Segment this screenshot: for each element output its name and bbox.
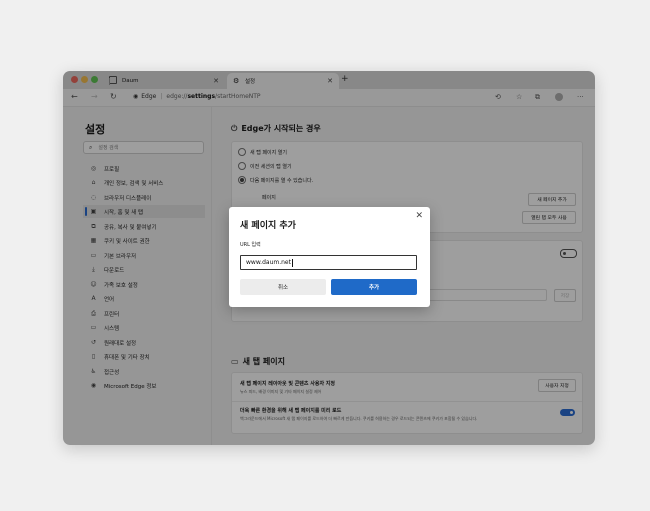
dialog-title: 새 페이지 추가 (240, 221, 296, 231)
url-label: URL 입력 (240, 242, 261, 248)
text-caret (291, 258, 293, 267)
close-icon[interactable]: ✕ (415, 211, 423, 221)
cancel-button[interactable]: 취소 (240, 279, 326, 295)
url-input[interactable]: www.daum.net (240, 255, 417, 270)
add-page-dialog: 새 페이지 추가 ✕ URL 입력 www.daum.net 취소 추가 (229, 207, 430, 307)
add-button[interactable]: 추가 (331, 279, 417, 295)
url-input-value: www.daum.net (246, 259, 291, 266)
